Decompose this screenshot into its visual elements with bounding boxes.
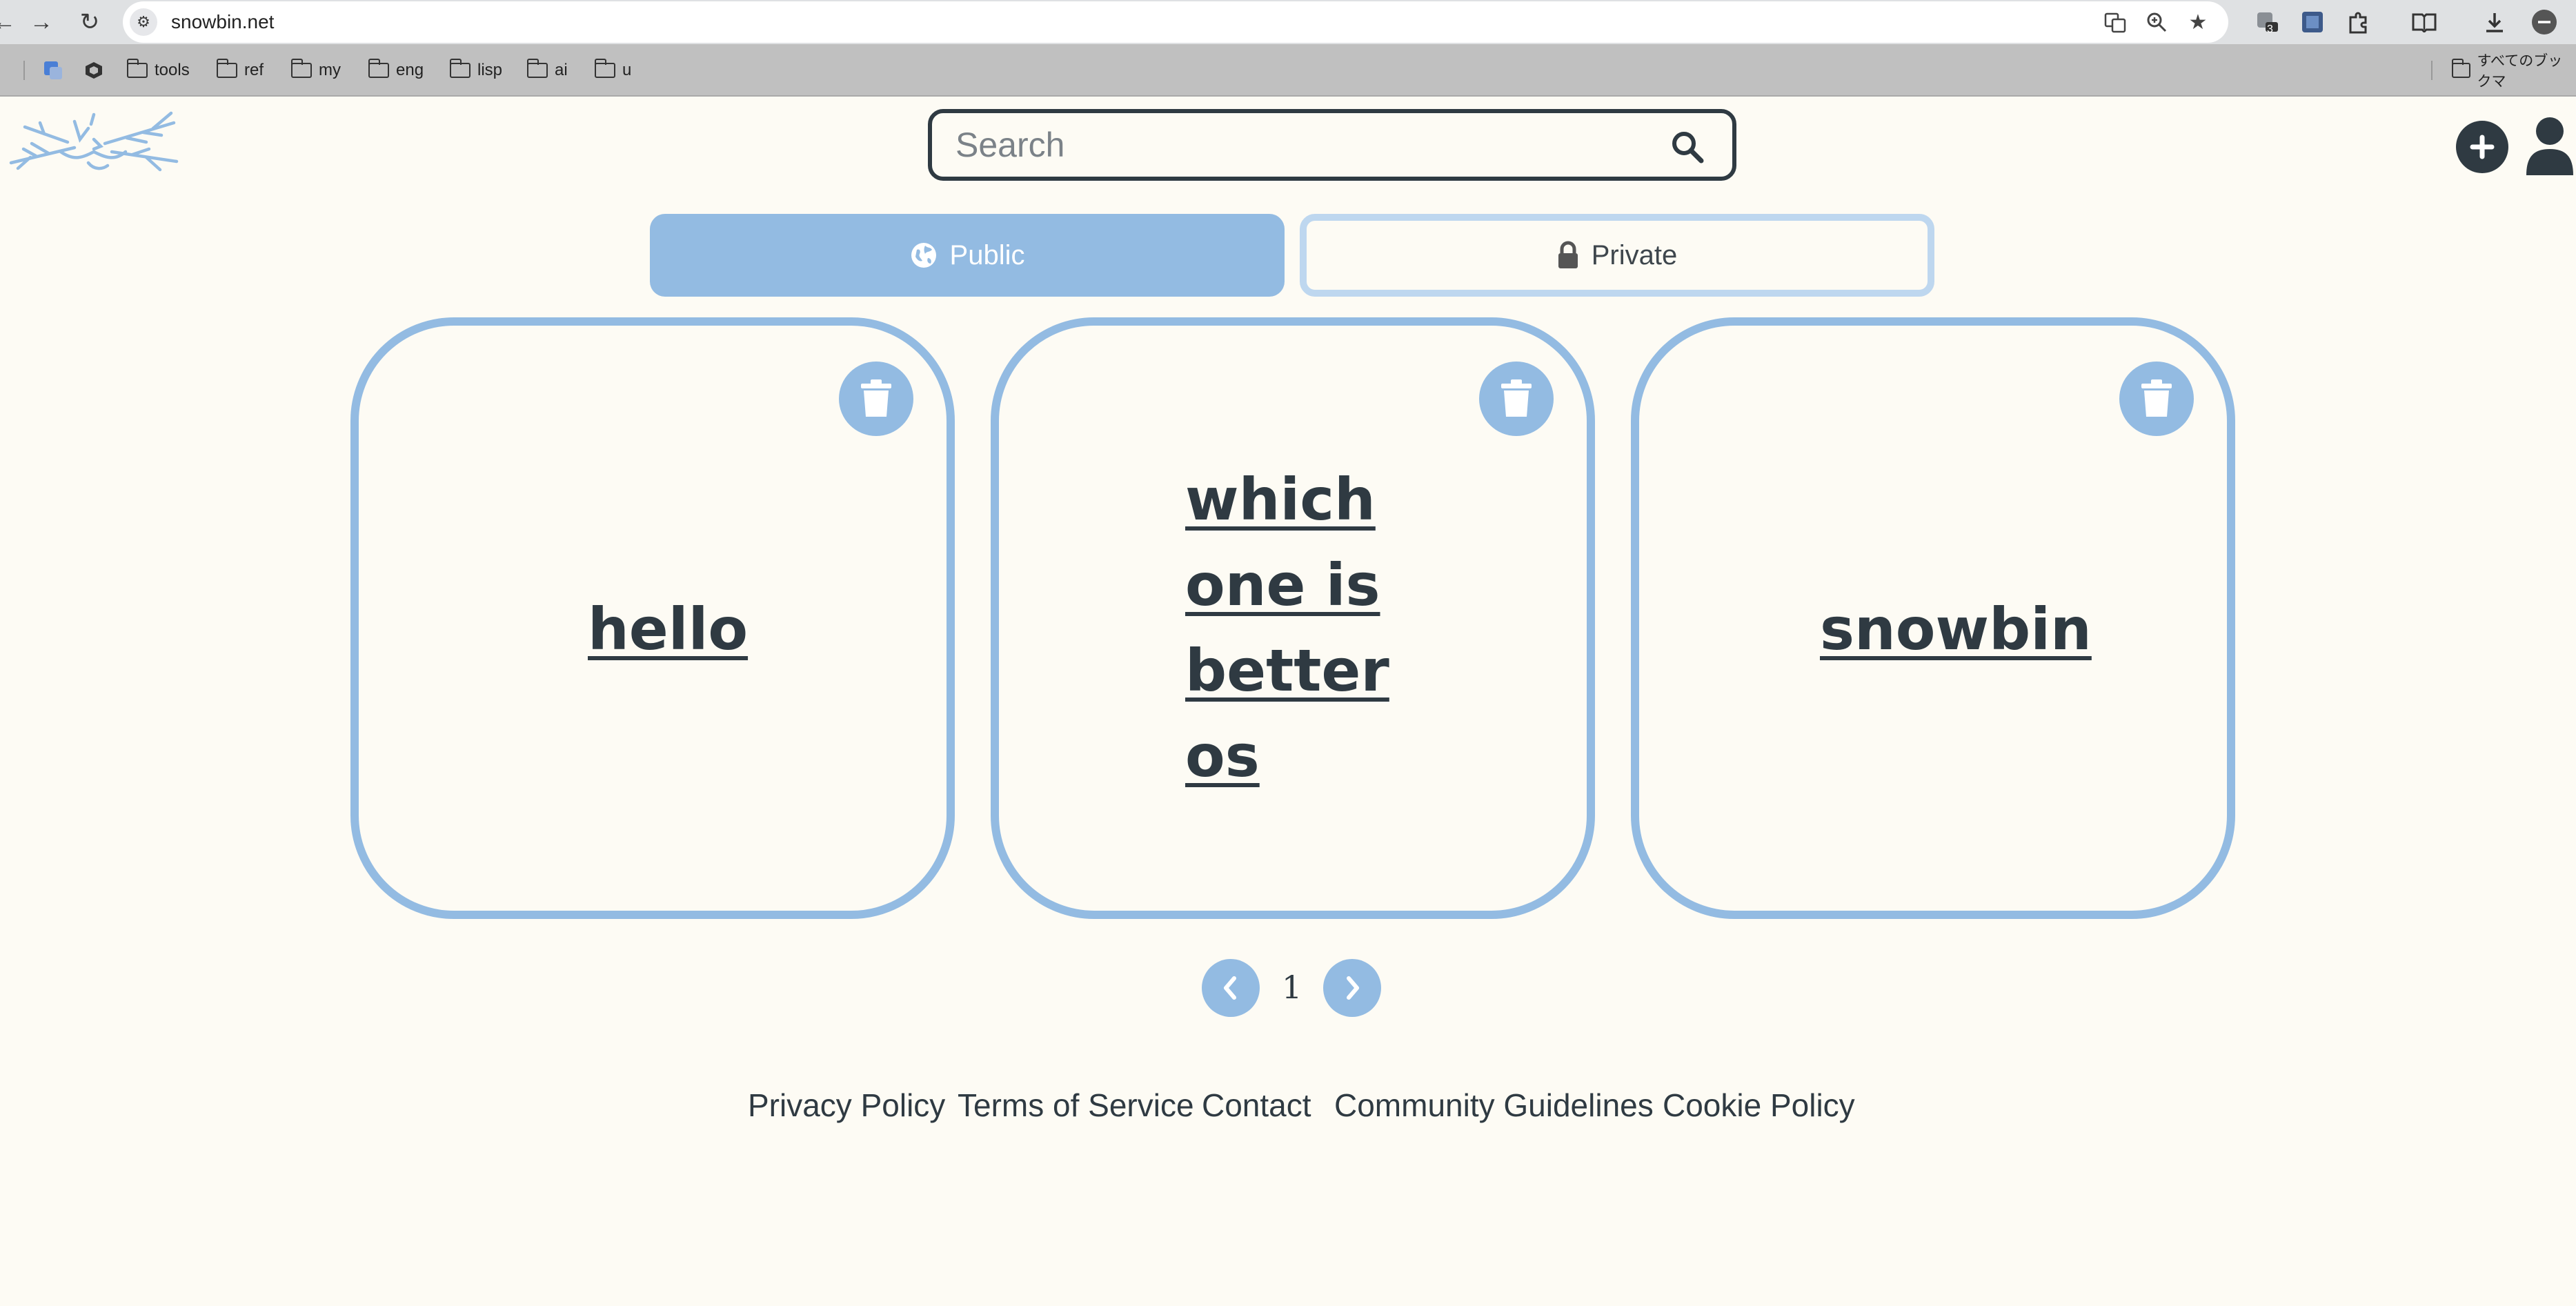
globe-icon	[911, 243, 936, 268]
bookmark-folder-ref[interactable]: ref	[216, 58, 264, 83]
folder-icon	[290, 59, 312, 78]
bookmark-folder-my[interactable]: my	[290, 58, 341, 83]
card-title-line: better	[1185, 637, 1389, 704]
reload-icon[interactable]: ↻	[75, 7, 105, 37]
bookmark-folder-u[interactable]: u	[594, 58, 631, 83]
bookmark-star-icon[interactable]: ★	[2184, 10, 2212, 34]
delete-button[interactable]	[2119, 362, 2194, 436]
contact-link[interactable]: Contact	[1202, 1087, 1311, 1124]
bookmark-cube-icon[interactable]	[84, 58, 103, 83]
footer: Privacy Policy Terms of Service Contact …	[0, 1087, 2576, 1135]
snowbin-logo[interactable]	[8, 109, 181, 178]
delete-button[interactable]	[1479, 362, 1554, 436]
bookmark-divider	[23, 61, 25, 80]
bookmark-folder-lisp[interactable]: lisp	[449, 58, 502, 83]
folder-icon	[449, 59, 470, 78]
user-icon	[2526, 117, 2573, 175]
download-icon[interactable]	[2481, 8, 2508, 36]
trash-icon	[861, 379, 891, 417]
apps-icon[interactable]	[0, 58, 4, 83]
privacy-policy-link[interactable]: Privacy Policy	[748, 1087, 945, 1124]
lock-icon	[1558, 241, 1578, 268]
trash-icon	[1501, 379, 1532, 417]
back-icon[interactable]: ←	[0, 7, 19, 37]
bookmark-folder-ai[interactable]: ai	[526, 58, 568, 83]
browser-toolbar: ← → ↻ ⚙ snowbin.net ★ 3	[0, 0, 2576, 44]
folder-icon	[526, 59, 548, 78]
add-button[interactable]	[2456, 121, 2508, 173]
private-tab-label: Private	[1591, 239, 1678, 270]
card-title-link[interactable]: hello	[588, 586, 748, 672]
search-icon[interactable]	[1670, 130, 1705, 164]
folder-icon	[216, 59, 237, 78]
plus-icon	[2470, 135, 2495, 159]
url-text[interactable]: snowbin.net	[171, 11, 274, 33]
chevron-right-icon	[1347, 976, 1359, 1000]
delete-button[interactable]	[839, 362, 913, 436]
public-tab-label: Public	[949, 239, 1025, 270]
paste-card[interactable]: hello	[350, 317, 955, 919]
folder-icon	[2451, 59, 2470, 78]
extension-icon[interactable]	[2299, 8, 2326, 36]
translate-icon[interactable]	[2101, 10, 2129, 34]
private-tab[interactable]: Private	[1300, 214, 1934, 297]
bookmarks-bar: tools ref my eng lisp ai u すべてのブックマ	[0, 44, 2576, 97]
community-guidelines-link[interactable]: Community Guidelines	[1334, 1087, 1654, 1124]
chevron-left-icon	[1224, 976, 1236, 1000]
trash-icon	[2141, 379, 2172, 417]
forward-icon[interactable]: →	[26, 7, 57, 37]
zoom-icon[interactable]	[2143, 10, 2170, 34]
reading-list-icon[interactable]	[2410, 8, 2438, 36]
folder-icon	[126, 59, 148, 78]
search-bar	[928, 109, 1736, 181]
folder-icon	[594, 59, 615, 78]
card-title-link[interactable]: which one is better os	[1185, 457, 1389, 799]
paste-card[interactable]: which one is better os	[991, 317, 1595, 919]
cookie-policy-link[interactable]: Cookie Policy	[1663, 1087, 1855, 1124]
address-bar[interactable]: ⚙ snowbin.net ★	[123, 1, 2228, 43]
account-button[interactable]	[2525, 116, 2575, 177]
other-bookmarks-folder[interactable]: すべてのブックマ	[2451, 53, 2576, 90]
folder-icon	[368, 59, 389, 78]
site-info-icon[interactable]: ⚙	[130, 8, 157, 36]
terms-of-service-link[interactable]: Terms of Service	[958, 1087, 1194, 1124]
bookmark-translate-icon[interactable]	[43, 58, 63, 83]
card-title-line: os	[1185, 722, 1260, 790]
next-page-button[interactable]	[1323, 959, 1381, 1017]
extensions-puzzle-icon[interactable]	[2344, 8, 2372, 36]
search-input[interactable]	[955, 120, 1645, 170]
bookmark-folder-tools[interactable]: tools	[126, 58, 190, 83]
public-tab[interactable]: Public	[650, 214, 1285, 297]
card-title-line: one is	[1185, 551, 1380, 619]
card-title-line: which	[1185, 466, 1376, 533]
page-number: 1	[1282, 969, 1302, 1006]
paste-card[interactable]: snowbin	[1631, 317, 2235, 919]
bookmark-divider	[2431, 61, 2433, 80]
card-title-link[interactable]: snowbin	[1820, 586, 2092, 672]
profile-menu-icon[interactable]	[2530, 8, 2558, 36]
extension-badge-count: 3	[2267, 23, 2273, 35]
previous-page-button[interactable]	[1202, 959, 1260, 1017]
bookmark-folder-eng[interactable]: eng	[368, 58, 424, 83]
